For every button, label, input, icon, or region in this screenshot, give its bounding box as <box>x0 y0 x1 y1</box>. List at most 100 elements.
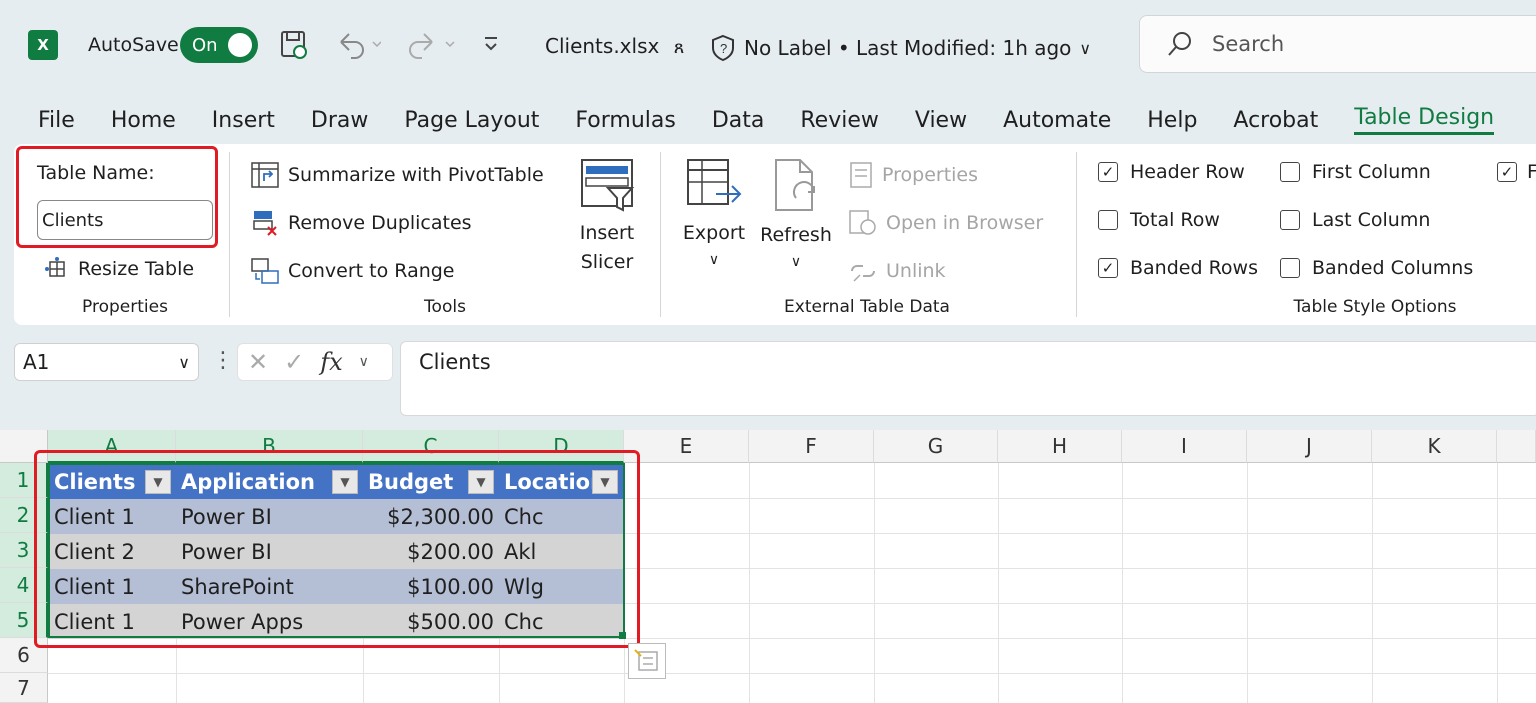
gridline <box>48 673 1536 674</box>
column-header-f[interactable]: F <box>749 430 874 463</box>
group-label-tools: Tools <box>424 297 466 317</box>
last-column-label: Last Column <box>1312 209 1431 231</box>
convert-to-range-button[interactable]: Convert to Range <box>250 257 455 285</box>
column-header-g[interactable]: G <box>874 430 998 463</box>
file-name[interactable]: Clients.xlsx ጸ <box>545 34 684 58</box>
more-options-icon[interactable]: ⋮ <box>212 348 234 373</box>
table-name-input[interactable]: Clients <box>37 200 213 240</box>
header-row-checkbox[interactable]: ✓ Header Row <box>1098 161 1245 183</box>
first-column-checkbox[interactable]: First Column <box>1280 161 1431 183</box>
summarize-pivottable-button[interactable]: Summarize with PivotTable <box>250 161 544 189</box>
insert-function-button[interactable]: fx <box>320 348 342 376</box>
excel-logo-icon: X <box>28 30 58 60</box>
column-header-i[interactable]: I <box>1122 430 1247 463</box>
redo-icon[interactable] <box>404 28 460 67</box>
column-header-k[interactable]: K <box>1372 430 1497 463</box>
tab-automate[interactable]: Automate <box>1003 108 1111 133</box>
banded-columns-label: Banded Columns <box>1312 257 1474 279</box>
export-button[interactable]: Export ∨ <box>678 156 750 286</box>
checkbox-checked-icon: ✓ <box>1098 258 1118 278</box>
gridline <box>1372 463 1373 703</box>
autosave-label: AutoSave <box>88 34 179 56</box>
checkbox-unchecked-icon <box>1280 162 1300 182</box>
insert-slicer-button[interactable]: Insert Slicer <box>572 156 642 286</box>
group-label-properties: Properties <box>82 297 168 317</box>
total-row-checkbox[interactable]: Total Row <box>1098 209 1220 231</box>
tab-data[interactable]: Data <box>712 108 765 133</box>
refresh-label: Refresh <box>760 224 832 246</box>
quick-analysis-button[interactable] <box>628 643 666 679</box>
remove-duplicates-icon <box>253 211 277 236</box>
tab-formulas[interactable]: Formulas <box>575 108 675 133</box>
group-label-external: External Table Data <box>784 297 950 317</box>
header-row-label: Header Row <box>1130 161 1245 183</box>
filter-button-checkbox[interactable]: ✓ F <box>1497 161 1536 183</box>
banded-columns-checkbox[interactable]: Banded Columns <box>1280 257 1473 279</box>
checkbox-checked-icon: ✓ <box>1497 162 1517 182</box>
name-box-value: A1 <box>23 350 50 374</box>
gridline <box>998 463 999 703</box>
enter-icon[interactable]: ✓ <box>284 348 304 376</box>
table-name-label: Table Name: <box>37 162 155 184</box>
tab-home[interactable]: Home <box>111 108 176 133</box>
unlink-button[interactable]: Unlink <box>848 257 946 285</box>
unlink-label: Unlink <box>886 260 946 282</box>
ribbon-divider <box>229 152 230 317</box>
chevron-down-icon[interactable]: ∨ <box>178 353 190 372</box>
tab-file[interactable]: File <box>38 108 75 133</box>
properties-label: Properties <box>882 164 979 186</box>
banded-rows-checkbox[interactable]: ✓ Banded Rows <box>1098 257 1258 279</box>
column-header-j[interactable]: J <box>1247 430 1372 463</box>
remove-duplicates-button[interactable]: Remove Duplicates <box>250 209 472 237</box>
column-header-partial[interactable] <box>1497 430 1536 463</box>
svg-text:?: ? <box>720 41 727 56</box>
ribbon-divider <box>1076 152 1077 317</box>
name-box[interactable]: A1 ∨ <box>14 343 199 381</box>
search-placeholder: Search <box>1212 32 1285 56</box>
customize-qat-icon[interactable] <box>482 32 500 63</box>
convert-to-range-label: Convert to Range <box>288 260 455 282</box>
summarize-label: Summarize with PivotTable <box>288 164 544 186</box>
cancel-icon[interactable]: ✕ <box>248 348 268 376</box>
properties-icon <box>850 162 872 188</box>
tab-acrobat[interactable]: Acrobat <box>1233 108 1318 133</box>
refresh-button[interactable]: Refresh ∨ <box>758 156 834 286</box>
first-column-label: First Column <box>1312 161 1431 183</box>
total-row-label: Total Row <box>1130 209 1220 231</box>
group-label-style-options: Table Style Options <box>1293 297 1457 317</box>
open-in-browser-button[interactable]: Open in Browser <box>848 209 1043 237</box>
autosave-toggle[interactable]: On <box>180 27 258 63</box>
chevron-down-icon[interactable]: ∨ <box>359 354 369 370</box>
gridline <box>874 463 875 703</box>
tab-table-design[interactable]: Table Design <box>1354 105 1495 135</box>
gridline <box>1247 463 1248 703</box>
table-highlight <box>34 450 640 648</box>
tab-insert[interactable]: Insert <box>212 108 275 133</box>
row-header-7[interactable]: 7 <box>0 673 48 703</box>
column-header-e[interactable]: E <box>624 430 749 463</box>
column-header-h[interactable]: H <box>998 430 1122 463</box>
tab-page-layout[interactable]: Page Layout <box>404 108 539 133</box>
autosave-state: On <box>192 34 218 56</box>
quick-analysis-icon <box>634 649 658 671</box>
gridline <box>749 463 750 703</box>
insert-slicer-label-1: Insert <box>579 222 635 244</box>
tab-help[interactable]: Help <box>1147 108 1197 133</box>
tab-review[interactable]: Review <box>800 108 879 133</box>
export-label: Export <box>682 222 746 244</box>
formula-buttons: ✕ ✓ fx ∨ <box>237 343 393 381</box>
export-icon <box>687 159 742 205</box>
tab-draw[interactable]: Draw <box>311 108 368 133</box>
undo-icon[interactable] <box>333 28 382 67</box>
last-column-checkbox[interactable]: Last Column <box>1280 209 1430 231</box>
save-icon[interactable] <box>278 28 310 67</box>
sensitivity-label[interactable]: ? No Label • Last Modified: 1h ago ∨ <box>710 34 1091 62</box>
ribbon-divider <box>660 152 661 317</box>
tab-view[interactable]: View <box>915 108 967 133</box>
properties-button[interactable]: Properties <box>848 161 978 189</box>
unlink-icon <box>851 265 875 282</box>
formula-input[interactable]: Clients <box>400 341 1536 416</box>
resize-table-button[interactable]: Resize Table <box>44 257 194 281</box>
slicer-icon <box>581 159 635 212</box>
search-box[interactable]: Search <box>1139 15 1536 73</box>
